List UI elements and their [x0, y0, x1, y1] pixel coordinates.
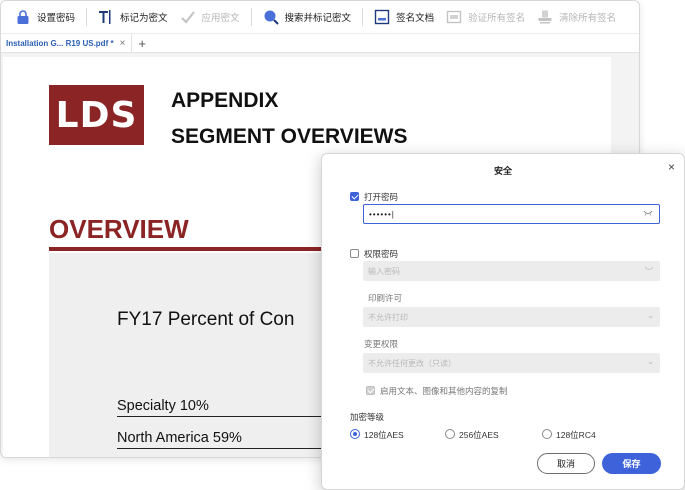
print-permission-value: 不允许打印 [368, 312, 408, 322]
radio-128-aes[interactable] [350, 429, 360, 439]
appendix-subtitle: SEGMENT OVERVIEWS [171, 125, 408, 148]
radio-128-rc4[interactable] [542, 429, 552, 439]
overview-rule [49, 247, 349, 251]
toolbar-divider [250, 8, 252, 26]
permissions-password-label: 权限密码 [364, 249, 399, 259]
radio-256-aes[interactable] [445, 429, 455, 439]
permissions-password-checkbox[interactable] [350, 249, 359, 258]
apply-redaction-button[interactable]: 应用密文 [174, 5, 246, 29]
change-permission-label: 变更权限 [364, 339, 399, 349]
lock-icon [15, 9, 31, 25]
signature-icon [374, 9, 390, 25]
chevron-down-icon: ⌄ [647, 311, 654, 320]
chevron-down-icon: ⌄ [647, 357, 654, 366]
mark-redaction-button[interactable]: 标记为密文 [92, 5, 174, 29]
toolbar-divider [86, 8, 88, 26]
lds-logo: LDS [49, 85, 144, 145]
content-panel [49, 253, 349, 457]
clear-signatures-label: 清除所有签名 [559, 13, 617, 24]
dialog-title: 安全 [493, 166, 512, 176]
sign-document-label: 签名文档 [396, 13, 435, 24]
verify-icon [446, 9, 462, 25]
eye-hidden-icon[interactable] [643, 209, 653, 218]
eye-hidden-icon[interactable] [644, 265, 654, 274]
toolbar-divider [362, 8, 364, 26]
chart-title: FY17 Percent of Con [117, 309, 295, 330]
set-password-button[interactable]: 设置密码 [9, 5, 81, 29]
open-password-value: ••••••| [369, 209, 395, 219]
permissions-password-input[interactable]: 输入密码 [363, 261, 660, 281]
close-tab-icon[interactable]: × [120, 38, 126, 49]
clear-signatures-button[interactable]: 清除所有签名 [531, 5, 622, 29]
close-icon[interactable]: × [668, 160, 675, 174]
list-item: Specialty 10% [117, 398, 337, 417]
verify-signatures-label: 验证所有签名 [468, 13, 526, 24]
checkmark-icon [180, 9, 196, 25]
sign-document-button[interactable]: 签名文档 [368, 5, 440, 29]
document-tab-label: Installation G... R19 US.pdf * [6, 38, 114, 48]
toolbar: 设置密码 标记为密文 应用密文 搜索并标记密文 签名文档 验证所有签名 清除所有… [1, 1, 639, 34]
radio-128-aes-label: 128位AES [364, 430, 404, 440]
cancel-button[interactable]: 取消 [537, 453, 595, 474]
permissions-password-placeholder: 输入密码 [368, 266, 400, 276]
add-tab-button[interactable]: + [132, 34, 152, 52]
search-mark-button[interactable]: 搜索并标记密文 [257, 5, 358, 29]
open-password-checkbox[interactable] [350, 192, 359, 201]
open-password-label: 打开密码 [364, 192, 399, 202]
set-password-label: 设置密码 [37, 13, 76, 24]
tab-bar: Installation G... R19 US.pdf * × + [1, 34, 639, 53]
security-dialog: 安全 × 打开密码 ••••••| 权限密码 输入密码 印刷许可 不允许打印 ⌄… [321, 153, 685, 490]
list-item: North America 59% [117, 430, 337, 449]
enable-copy-checkbox[interactable] [366, 386, 375, 395]
mark-redaction-label: 标记为密文 [120, 13, 168, 24]
enable-copy-label: 启用文本、图像和其他内容的复制 [380, 386, 508, 396]
apply-redaction-label: 应用密文 [201, 13, 240, 24]
save-button[interactable]: 保存 [602, 453, 661, 474]
print-permission-select[interactable]: 不允许打印 ⌄ [363, 307, 660, 327]
appendix-title: APPENDIX [171, 89, 279, 112]
open-password-input[interactable]: ••••••| [363, 204, 660, 224]
overview-heading: OVERVIEW [49, 214, 189, 244]
verify-signatures-button[interactable]: 验证所有签名 [440, 5, 531, 29]
change-permission-select[interactable]: 不允许任何更改（只读） ⌄ [363, 353, 660, 373]
print-permission-label: 印刷许可 [368, 293, 403, 303]
change-permission-value: 不允许任何更改（只读） [368, 358, 456, 368]
text-cursor-icon [98, 9, 114, 25]
radio-256-aes-label: 256位AES [459, 430, 499, 440]
search-mark-label: 搜索并标记密文 [284, 13, 352, 24]
search-icon [263, 9, 279, 25]
encryption-level-label: 加密等级 [350, 412, 385, 422]
document-tab[interactable]: Installation G... R19 US.pdf * × [1, 34, 133, 52]
radio-128-rc4-label: 128位RC4 [556, 430, 596, 440]
stamp-icon [537, 9, 553, 25]
